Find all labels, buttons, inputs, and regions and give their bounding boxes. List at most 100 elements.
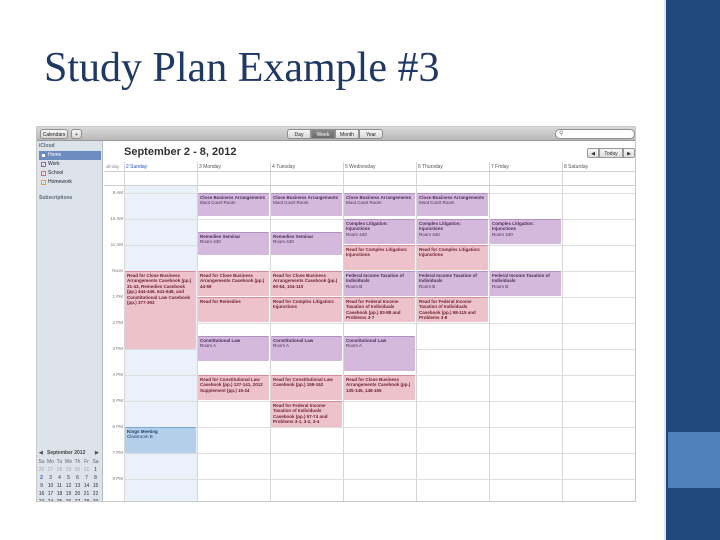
mini-day[interactable]: 13 <box>73 482 82 490</box>
mini-day[interactable]: 2 <box>37 474 46 482</box>
calendar-checkbox[interactable]: ✓ <box>41 180 46 185</box>
mini-day[interactable]: 15 <box>91 482 100 490</box>
hour-line <box>124 427 635 428</box>
calendar-event[interactable]: Read for Complex Litigation: Injunctions <box>271 297 342 322</box>
mini-day[interactable]: 17 <box>46 490 55 498</box>
calendar-event[interactable]: Remedies Seminar Room 440 <box>198 232 269 256</box>
view-tab-year[interactable]: Year <box>359 129 383 139</box>
mini-day[interactable]: 28 <box>55 466 64 474</box>
mini-next-month-icon[interactable]: ▶ <box>95 449 99 457</box>
sidebar-item-homework[interactable]: ✓ Homework <box>39 178 101 187</box>
sidebar-item-label: Homework <box>48 179 72 185</box>
mini-day[interactable]: 28 <box>82 498 91 501</box>
calendar-event[interactable]: Read for Close Business Arrangements Cas… <box>271 271 342 296</box>
calendars-button[interactable]: Calendars <box>40 129 68 139</box>
calendar-event[interactable]: Federal Income Taxation of Individuals Ro… <box>344 271 415 296</box>
calendar-event[interactable]: Close Business Arrangements Moot Court Ro… <box>271 193 342 217</box>
sidebar-item-work[interactable]: ✓ Work <box>39 160 101 169</box>
calendar-event[interactable]: Read for Close Business Arrangements Cas… <box>344 375 415 400</box>
event-location: Room A <box>346 343 363 349</box>
calendar-event[interactable]: Read for Remedies <box>198 297 269 322</box>
event-location: Room B <box>492 283 509 289</box>
mini-day[interactable]: 21 <box>82 490 91 498</box>
calendar-event[interactable]: Read for Federal Income Taxation of Indi… <box>344 297 415 322</box>
mini-day[interactable]: 9 <box>37 482 46 490</box>
calendar-checkbox[interactable]: ✓ <box>41 171 46 176</box>
mini-day[interactable]: 26 <box>64 498 73 501</box>
view-tab-week[interactable]: Week <box>311 129 335 139</box>
calendar-event[interactable]: Read for Close Business Arrangements Cas… <box>125 271 196 349</box>
mini-day[interactable]: 11 <box>55 482 64 490</box>
mini-day[interactable]: 29 <box>64 466 73 474</box>
calendar-event[interactable]: Federal Income Taxation of Individuals Ro… <box>417 271 488 296</box>
column-divider <box>489 162 490 501</box>
mini-day[interactable]: 27 <box>73 498 82 501</box>
search-icon: ⚲ <box>559 131 564 137</box>
mini-day[interactable]: 1 <box>91 466 100 474</box>
mini-day[interactable]: 3 <box>46 474 55 482</box>
event-title: Read for Constitutional Law Casebook (pp… <box>200 377 263 393</box>
calendar-event[interactable]: Constitutional Law Room A <box>198 336 269 361</box>
view-tab-month[interactable]: Month <box>335 129 359 139</box>
calendar-event[interactable]: Complex Litigation: Injunctions Room 440 <box>344 219 415 244</box>
mini-day[interactable]: 25 <box>55 498 64 501</box>
calendar-event[interactable]: Read for Constitutional Law Casebook (pp… <box>198 375 269 400</box>
mini-day[interactable]: 26 <box>37 466 46 474</box>
calendar-event[interactable]: Read for Complex Litigation: Injunctions <box>344 245 415 270</box>
calendar-event[interactable]: Close Business Arrangements Moot Court Ro… <box>198 193 269 217</box>
mini-day[interactable]: 16 <box>37 490 46 498</box>
calendar-event[interactable]: Complex Litigation: Injunctions Room 440 <box>490 219 561 244</box>
prev-week-button[interactable]: ◀ <box>587 148 599 158</box>
sidebar-item-label: School <box>48 170 64 176</box>
mini-day[interactable]: 6 <box>73 474 82 482</box>
day-header: 2 Sunday <box>126 164 148 170</box>
today-button[interactable]: Today <box>599 148 623 158</box>
add-calendar-button[interactable]: + <box>71 129 82 139</box>
mini-day[interactable]: 7 <box>82 474 91 482</box>
calendar-event[interactable]: Federal Income Taxation of Individuals Ro… <box>490 271 561 296</box>
mini-day[interactable]: 30 <box>73 466 82 474</box>
calendar-checkbox[interactable]: ✓ <box>41 162 46 167</box>
hour-line <box>124 323 635 324</box>
mini-day[interactable]: 18 <box>55 490 64 498</box>
mini-day[interactable]: 8 <box>91 474 100 482</box>
calendar-event[interactable]: Read for Federal Income Taxation of Indi… <box>271 401 342 427</box>
mini-day[interactable]: 31 <box>82 466 91 474</box>
view-tab-day[interactable]: Day <box>287 129 311 139</box>
hour-label: 2 PM <box>112 320 123 325</box>
week-view: September 2 - 8, 2012 ◀ Today ▶ all-day … <box>104 141 635 501</box>
calendar-event[interactable]: Read for Federal Income Taxation of Indi… <box>417 297 488 322</box>
mini-day[interactable]: 14 <box>82 482 91 490</box>
calendar-event[interactable]: Constitutional Law Room A <box>344 336 415 372</box>
mini-day[interactable]: 4 <box>55 474 64 482</box>
next-week-button[interactable]: ▶ <box>623 148 635 158</box>
mini-day[interactable]: 5 <box>64 474 73 482</box>
mini-day[interactable]: 22 <box>91 490 100 498</box>
mini-prev-month-icon[interactable]: ◀ <box>39 449 43 457</box>
event-location: Moot Court Room <box>200 200 236 206</box>
event-title: Read for Close Business Arrangements Cas… <box>200 273 265 289</box>
calendar-event[interactable]: Read for Close Business Arrangements Cas… <box>198 271 269 296</box>
mini-day[interactable]: 20 <box>73 490 82 498</box>
calendar-event[interactable]: Close Business Arrangements Moot Court Ro… <box>417 193 488 217</box>
mini-day[interactable]: 27 <box>46 466 55 474</box>
calendar-event[interactable]: Remedies Seminar Room 440 <box>271 232 342 256</box>
mini-day[interactable]: 29 <box>91 498 100 501</box>
mini-day[interactable]: 24 <box>46 498 55 501</box>
calendar-event[interactable]: Close Business Arrangements Moot Court Ro… <box>344 193 415 217</box>
calendar-checkbox[interactable]: ✓ <box>41 153 46 158</box>
hour-label: 11 AM <box>110 242 123 247</box>
calendar-event[interactable]: Read for Constitutional Law Casebook (pp… <box>271 375 342 400</box>
mini-day[interactable]: 19 <box>64 490 73 498</box>
mini-day[interactable]: 12 <box>64 482 73 490</box>
calendar-event[interactable]: Constitutional Law Room A <box>271 336 342 361</box>
all-day-row <box>104 172 635 186</box>
search-input[interactable]: ⚲ <box>555 129 635 139</box>
mini-day[interactable]: 10 <box>46 482 55 490</box>
sidebar-item-school[interactable]: ✓ School <box>39 169 101 178</box>
calendar-event[interactable]: Read for Complex Litigation: Injunctions <box>417 245 488 270</box>
calendar-event[interactable]: Complex Litigation: Injunctions Room 440 <box>417 219 488 244</box>
calendar-event[interactable]: Kings Meeting Classroom B <box>125 427 196 453</box>
mini-day[interactable]: 23 <box>37 498 46 501</box>
sidebar-item-home[interactable]: ✓ Home <box>39 151 101 160</box>
